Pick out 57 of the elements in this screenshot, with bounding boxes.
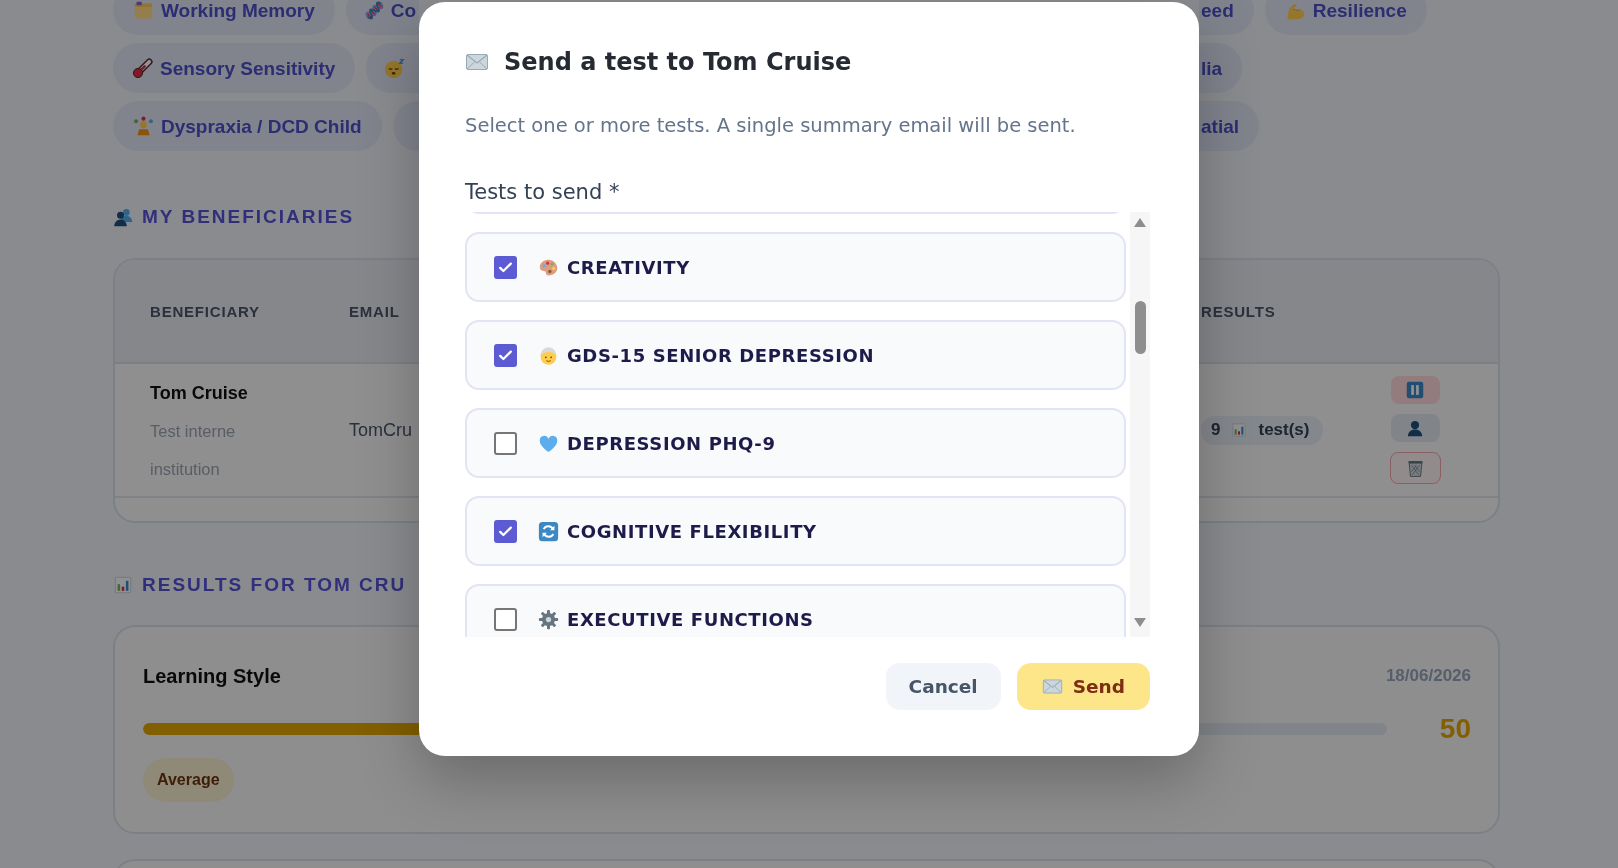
scroll-down-icon[interactable] <box>1134 618 1146 627</box>
bar-chart-icon <box>1231 422 1248 438</box>
test-tag[interactable]: lia <box>1199 43 1243 93</box>
test-tag[interactable]: eed <box>1199 0 1254 35</box>
test-option[interactable]: GDS-15 SENIOR DEPRESSION <box>465 320 1126 390</box>
test-tag[interactable]: Dyspraxia / DCD Child <box>113 101 382 151</box>
scroll-up-icon[interactable] <box>1134 218 1146 227</box>
section-heading: RESULTS FOR TOM CRU <box>142 573 407 597</box>
column-header: BENEFICIARY <box>150 302 260 320</box>
sleeping-face-icon <box>384 57 406 79</box>
scrollbar-thumb[interactable] <box>1134 301 1146 354</box>
bar-chart-icon <box>113 575 133 595</box>
dialog-title: Send a test to Tom Cruise <box>504 47 852 78</box>
column-header: EMAIL <box>349 302 400 320</box>
email-cell: TomCru <box>349 419 412 441</box>
cancel-button[interactable]: Cancel <box>885 663 1001 710</box>
test-tag[interactable]: Working Memory <box>113 0 335 35</box>
field-label: Tests to send * <box>465 179 621 205</box>
test-tag[interactable]: Co <box>345 0 419 35</box>
dialog-description: Select one or more tests. A single summary email will be sent. <box>465 114 1077 138</box>
send-button[interactable]: Send <box>1016 663 1150 710</box>
beneficiary-name: Tom Cruise <box>150 382 248 405</box>
thermometer-icon <box>133 58 153 78</box>
test-option[interactable]: CREATIVITY <box>465 232 1126 302</box>
test-tag[interactable]: atial <box>1199 101 1260 151</box>
elder-face-icon <box>538 344 559 366</box>
pause-button[interactable] <box>1390 376 1440 404</box>
test-option[interactable]: EXECUTIVE FUNCTIONS <box>465 584 1126 637</box>
test-tag[interactable]: Resilience <box>1264 0 1427 35</box>
trash-icon <box>1405 458 1425 478</box>
person-icon <box>1406 419 1424 437</box>
test-option[interactable]: COGNITIVE FLEXIBILITY <box>465 496 1126 566</box>
section-heading: MY BENEFICIARIES <box>142 205 355 229</box>
juggling-figure-icon <box>133 115 154 137</box>
test-title: Learning Style <box>143 664 281 688</box>
checkbox[interactable] <box>494 343 517 367</box>
profile-button[interactable] <box>1390 414 1440 442</box>
results-button[interactable]: 9 test(s) <box>1201 415 1324 445</box>
people-icon <box>113 207 133 227</box>
gear-icon <box>538 608 559 630</box>
checkbox[interactable] <box>494 519 517 543</box>
score-value: 50 <box>1439 713 1471 745</box>
envelope-icon <box>1041 676 1063 697</box>
pause-icon <box>1406 381 1424 399</box>
test-tag[interactable]: Sensory Sensitivity <box>113 43 356 93</box>
dna-icon <box>363 0 385 21</box>
column-header: RESULTS <box>1201 302 1276 320</box>
refresh-icon <box>538 520 559 542</box>
card-index-icon <box>133 0 154 21</box>
rating-badge: Average <box>143 758 234 802</box>
checkbox[interactable] <box>494 607 517 631</box>
test-option[interactable]: DEPRESSION PHQ-9 <box>465 408 1126 478</box>
checkbox[interactable] <box>494 255 517 279</box>
delete-button[interactable] <box>1389 452 1441 484</box>
checkbox[interactable] <box>494 431 517 455</box>
test-date: 18/06/2026 <box>1385 666 1471 686</box>
scrollbar[interactable] <box>1130 212 1150 637</box>
